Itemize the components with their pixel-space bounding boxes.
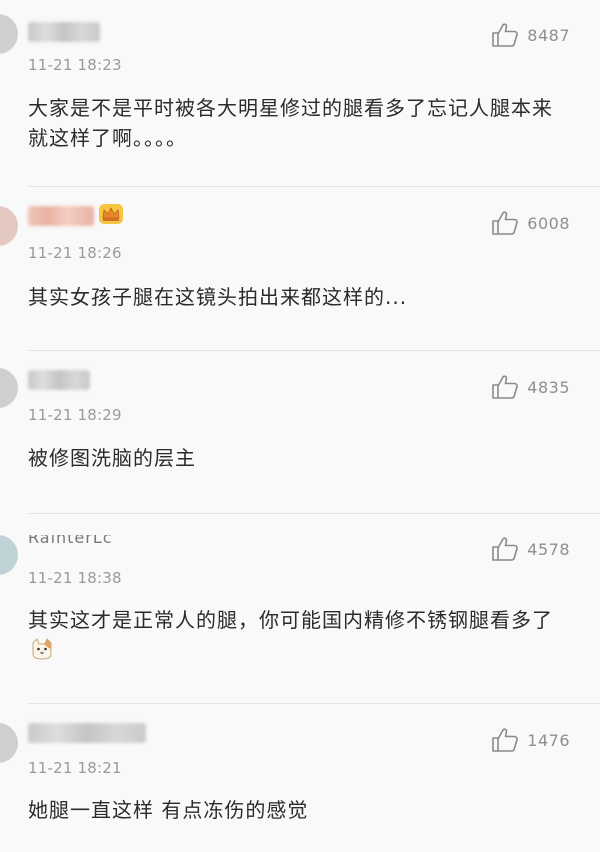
divider — [28, 186, 600, 187]
comment-text-wrapper: 其实这才是正常人的腿，你可能国内精修不锈钢腿看多了 — [28, 605, 570, 665]
like-count: 4578 — [527, 539, 570, 559]
like-count: 8487 — [527, 25, 570, 45]
comment-item: 6008 11-21 18:26 其实女孩子腿在这镜头拍出来都这样的... — [0, 186, 600, 350]
username-blurred[interactable] — [28, 22, 100, 42]
username-blurred[interactable] — [28, 206, 94, 226]
comment-timestamp: 11-21 18:21 — [28, 759, 122, 777]
comment-item: 1476 11-21 18:21 她腿一直这样 有点冻伤的感觉 — [0, 703, 600, 852]
thumbs-up-icon — [492, 728, 519, 752]
comment-text: 其实这才是正常人的腿，你可能国内精修不锈钢腿看多了 — [28, 608, 553, 632]
divider — [28, 513, 600, 514]
comment-text: 大家是不是平时被各大明星修过的腿看多了忘记人腿本来就这样了啊。。。。 — [28, 96, 553, 150]
comment-item: RainterLc 4578 11-21 18:38 其实这才是正常人的腿，你可… — [0, 513, 600, 703]
like-count: 6008 — [527, 213, 570, 233]
comment-text: 被修图洗脑的层主 — [28, 446, 196, 470]
comment-item: 4835 11-21 18:29 被修图洗脑的层主 — [0, 350, 600, 513]
like-button[interactable]: 1476 — [491, 725, 570, 755]
comment-timestamp: 11-21 18:26 — [28, 244, 122, 262]
like-button[interactable]: 4835 — [491, 372, 570, 402]
thumbs-up-icon — [492, 211, 519, 235]
crown-badge-icon — [99, 204, 123, 224]
like-button[interactable]: 4578 — [491, 534, 570, 564]
comment-text: 她腿一直这样 有点冻伤的感觉 — [28, 798, 309, 822]
username-blurred[interactable] — [28, 723, 146, 743]
divider — [28, 350, 600, 351]
like-button[interactable]: 8487 — [491, 20, 570, 50]
comment-timestamp: 11-21 18:38 — [28, 569, 122, 587]
like-button[interactable]: 6008 — [491, 208, 570, 238]
username-partial[interactable]: RainterLc — [28, 535, 113, 549]
comment-timestamp: 11-21 18:23 — [28, 56, 122, 74]
avatar[interactable] — [0, 535, 18, 575]
username-blurred[interactable] — [28, 370, 90, 390]
thumbs-up-icon — [492, 23, 519, 47]
avatar[interactable] — [0, 368, 18, 408]
comment-text: 其实女孩子腿在这镜头拍出来都这样的... — [28, 285, 408, 309]
avatar[interactable] — [0, 206, 18, 246]
like-count: 1476 — [527, 730, 570, 750]
comment-timestamp: 11-21 18:29 — [28, 406, 122, 424]
comment-list: 8487 11-21 18:23 大家是不是平时被各大明星修过的腿看多了忘记人腿… — [0, 0, 600, 852]
avatar[interactable] — [0, 723, 18, 763]
like-count: 4835 — [527, 377, 570, 397]
comment-item: 8487 11-21 18:23 大家是不是平时被各大明星修过的腿看多了忘记人腿… — [0, 0, 600, 186]
thumbs-up-icon — [492, 375, 519, 399]
cat-face-emoji — [32, 638, 52, 660]
avatar[interactable] — [0, 14, 18, 54]
thumbs-up-icon — [492, 537, 519, 561]
divider — [28, 703, 600, 704]
